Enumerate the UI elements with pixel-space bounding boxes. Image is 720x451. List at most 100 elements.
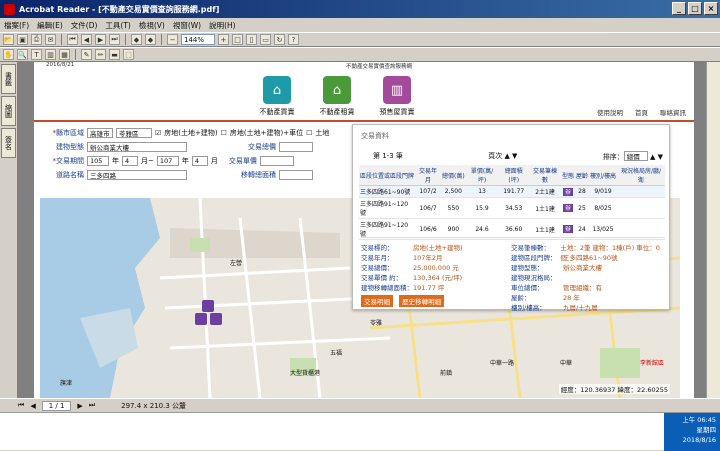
pdf-page: 2016/8/21 不動產交易實價查詢服務網 ⌂ 不動產買賣 ⌂ 不動產租賃 ▥…: [34, 62, 694, 398]
save-icon[interactable]: ▣: [17, 34, 28, 45]
building-select[interactable]: 辦公商業大樓: [87, 142, 187, 152]
main-toolbar: 📂 ▣ ⎙ ✉ ⏮ ◀ ▶ ⏭ ◆ ◆ − 144% + □ ▯ ▭ ↻ ?: [0, 32, 720, 47]
road-input[interactable]: 三多四路: [87, 170, 187, 180]
nav-presale[interactable]: ▥ 預售屋買賣: [362, 76, 432, 117]
transaction-detail-button[interactable]: 交易明細: [361, 295, 393, 307]
nav-buy-sell-label: 不動產買賣: [259, 108, 295, 116]
year-from-input[interactable]: 105: [87, 156, 109, 166]
stamp-icon[interactable]: ⬚: [123, 49, 134, 60]
tab-thumbnails[interactable]: 縮圖: [1, 96, 16, 126]
tray-time: 上午 06:45: [682, 416, 716, 424]
transaction-table: 區段位置或區段門牌 交易年月 總價(萬) 單價(萬/坪) 總面積(坪) 交易筆棟…: [359, 165, 665, 240]
link-home[interactable]: 首頁: [635, 107, 648, 117]
last-page-button[interactable]: ⏭: [89, 401, 95, 410]
opt-house-checkbox[interactable]: ☑: [155, 129, 161, 137]
col-floor: 樓別/樓高: [588, 165, 617, 186]
house-rent-icon: ⌂: [323, 76, 351, 104]
opt-parking-label: 房地(土地+建物)+車位: [229, 129, 304, 137]
actual-size-icon[interactable]: □: [232, 34, 243, 45]
fit-page-icon[interactable]: ▯: [246, 34, 257, 45]
total-price-label: 交易總價: [248, 143, 276, 151]
month-tilde: 月~: [141, 157, 154, 165]
table-row[interactable]: 三多四路61~90號 107/2 2,500 13 191.77 2土1建辦 28 9/019: [359, 185, 665, 198]
zoom-out-icon[interactable]: −: [167, 34, 178, 45]
first-page-button[interactable]: ⏮: [18, 401, 24, 410]
map-label-5: 中華一路: [490, 360, 515, 367]
search-form: *縣市區域 高雄市 苓雅區 ☑ 房地(土地+建物) ☐ 房地(土地+建物)+車位 ☐…: [40, 126, 355, 196]
print-icon[interactable]: ⎙: [31, 34, 42, 45]
page-header-title: 不動產交易實價查詢服務網: [346, 64, 413, 70]
menu-window[interactable]: 視窗(W): [173, 20, 201, 31]
last-page-icon[interactable]: ⏭: [109, 34, 120, 45]
record-range: 第 1-3 筆: [373, 152, 403, 160]
page-indicator[interactable]: 1 / 1: [41, 400, 72, 411]
graphics-select-icon[interactable]: ▦: [59, 49, 70, 60]
col-layout: 現況格局房/廳/衛: [617, 165, 665, 186]
maximize-button[interactable]: □: [688, 2, 702, 15]
map-label-7: 中華: [560, 360, 573, 367]
forward-icon[interactable]: ◆: [145, 34, 156, 45]
menu-help[interactable]: 說明(H): [209, 20, 236, 31]
open-icon[interactable]: 📂: [3, 34, 14, 45]
table-row[interactable]: 三多四路91~120號 106/7 550 15.9 34.53 1土1建辦 25 8/025: [359, 197, 665, 219]
nav-rent-label: 不動產租賃: [319, 108, 355, 116]
col-area: 總面積(坪): [498, 165, 530, 186]
menu-view[interactable]: 檢視(V): [139, 20, 165, 31]
text-select-icon[interactable]: T: [31, 49, 42, 60]
menu-file[interactable]: 檔案(F): [4, 20, 29, 31]
close-button[interactable]: ×: [704, 2, 718, 15]
next-page-button[interactable]: ▶: [77, 402, 82, 410]
fit-width-icon[interactable]: ▭: [260, 34, 271, 45]
highlight-icon[interactable]: ▬: [109, 49, 120, 60]
prev-page-button[interactable]: ◀: [30, 402, 35, 410]
page-nav[interactable]: 頁次 ▲ ▼: [488, 151, 517, 162]
menu-tools[interactable]: 工具(T): [105, 20, 130, 31]
prev-page-icon[interactable]: ◀: [81, 34, 92, 45]
history-detail-button[interactable]: 歷史移轉明細: [399, 295, 445, 307]
minimize-button[interactable]: _: [672, 2, 686, 15]
rotate-icon[interactable]: ↻: [274, 34, 285, 45]
next-page-icon[interactable]: ▶: [95, 34, 106, 45]
menu-document[interactable]: 文件(D): [71, 20, 98, 31]
popup-title: 交易資料: [361, 132, 389, 140]
help-icon[interactable]: ?: [288, 34, 299, 45]
area-label: 移轉總面積: [241, 171, 276, 179]
zoom-field[interactable]: 144%: [181, 34, 215, 45]
area-min[interactable]: [279, 170, 313, 180]
total-price-min[interactable]: [279, 142, 313, 152]
menu-edit[interactable]: 編輯(E): [37, 20, 63, 31]
pencil-icon[interactable]: ✏: [95, 49, 106, 60]
map-label-4: 旗津: [60, 380, 73, 387]
page-header: 2016/8/21 不動產交易實價查詢服務網: [46, 62, 686, 70]
map-label-3: 前鎮: [440, 370, 453, 377]
tab-signatures[interactable]: 簽名: [1, 128, 16, 158]
opt-parking-checkbox[interactable]: ☐: [221, 129, 227, 137]
house-dollar-icon: ⌂: [263, 76, 291, 104]
sort-control[interactable]: 排序： 總價 ▲ ▼: [603, 151, 663, 162]
email-icon[interactable]: ✉: [45, 34, 56, 45]
opt-land-label: 土地: [315, 129, 330, 137]
opt-land-checkbox[interactable]: ☐: [306, 129, 312, 137]
month-to-select[interactable]: 4: [191, 156, 208, 166]
link-contact[interactable]: 聯絡資訊: [660, 107, 686, 117]
zoom-tool-icon[interactable]: 🔍: [17, 49, 28, 60]
month-from-select[interactable]: 4: [122, 156, 138, 166]
zoom-in-icon[interactable]: +: [218, 34, 229, 45]
hand-tool-icon[interactable]: ✋: [3, 49, 14, 60]
vertical-scrollbar[interactable]: [706, 62, 720, 398]
col-count: 交易筆棟數: [529, 165, 561, 186]
tab-bookmarks[interactable]: 書籤: [1, 64, 16, 94]
tray-date: 2018/8/16: [682, 436, 716, 444]
document-area: 2016/8/21 不動產交易實價查詢服務網 ⌂ 不動產買賣 ⌂ 不動產租賃 ▥…: [18, 62, 706, 398]
note-icon[interactable]: ✎: [81, 49, 92, 60]
page-size: 297.4 x 210.3 公釐: [121, 401, 187, 410]
column-select-icon[interactable]: ▥: [45, 49, 56, 60]
first-page-icon[interactable]: ⏮: [67, 34, 78, 45]
col-address: 區段位置或區段門牌: [359, 165, 416, 186]
unit-price-min[interactable]: [259, 156, 294, 166]
district-select[interactable]: 苓雅區: [116, 128, 152, 138]
link-help[interactable]: 使用說明: [597, 107, 623, 117]
county-select[interactable]: 高雄市: [87, 128, 113, 138]
year-to-input[interactable]: 107: [156, 156, 179, 166]
back-icon[interactable]: ◆: [131, 34, 142, 45]
